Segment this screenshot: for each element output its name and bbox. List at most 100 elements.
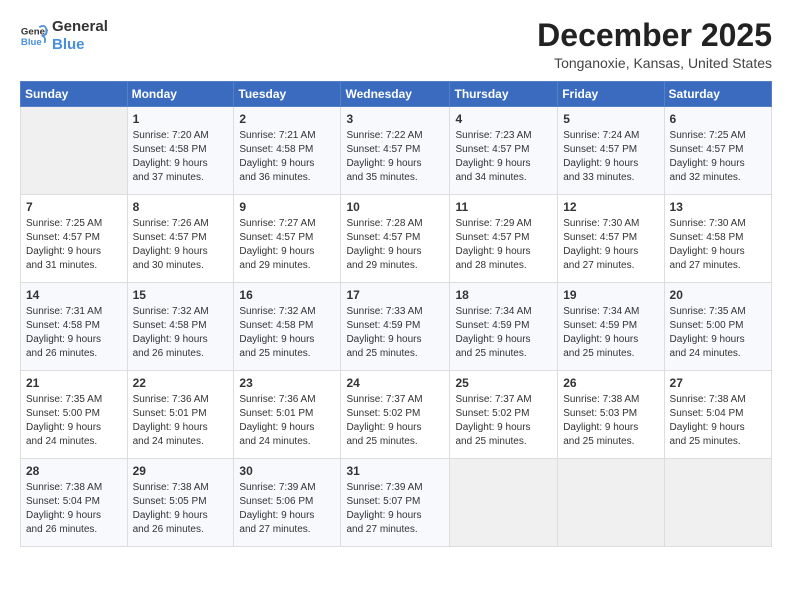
day-info: Sunrise: 7:34 AM Sunset: 4:59 PM Dayligh… <box>455 305 552 361</box>
day-number: 25 <box>455 375 552 391</box>
day-number: 6 <box>670 111 766 127</box>
day-number: 16 <box>239 287 335 303</box>
calendar-week-4: 28Sunrise: 7:38 AM Sunset: 5:04 PM Dayli… <box>21 459 772 547</box>
day-number: 23 <box>239 375 335 391</box>
calendar-cell: 7 Sunrise: 7:25 AM Sunset: 4:57 PM Daylig… <box>21 195 128 283</box>
day-info: Sunrise: 7:35 AM Sunset: 5:00 PM Dayligh… <box>26 393 122 449</box>
calendar-cell: 9 Sunrise: 7:27 AM Sunset: 4:57 PM Daylig… <box>234 195 341 283</box>
logo-blue: Blue <box>52 36 108 54</box>
calendar-week-3: 21 Sunrise: 7:35 AM Sunset: 5:00 PM Dayli… <box>21 371 772 459</box>
calendar-cell: 29 Sunrise: 7:38 AM Sunset: 5:05 PM Dayli… <box>127 459 234 547</box>
logo-general: General <box>52 18 108 36</box>
calendar-cell: 19Sunrise: 7:34 AM Sunset: 4:59 PM Dayli… <box>558 283 664 371</box>
calendar-header-wednesday: Wednesday <box>341 82 450 107</box>
calendar-cell: 25 Sunrise: 7:37 AM Sunset: 5:02 PM Dayli… <box>450 371 558 459</box>
main-title: December 2025 <box>537 18 772 53</box>
logo: General Blue General Blue <box>20 18 108 54</box>
day-info: Sunrise: 7:30 AM Sunset: 4:57 PM Dayligh… <box>563 217 658 273</box>
calendar-cell: 27Sunrise: 7:38 AM Sunset: 5:04 PM Dayli… <box>664 371 771 459</box>
calendar-cell: 2 Sunrise: 7:21 AM Sunset: 4:58 PM Daylig… <box>234 107 341 195</box>
calendar-cell: 4 Sunrise: 7:23 AM Sunset: 4:57 PM Daylig… <box>450 107 558 195</box>
calendar-cell: 5 Sunrise: 7:24 AM Sunset: 4:57 PM Daylig… <box>558 107 664 195</box>
subtitle: Tonganoxie, Kansas, United States <box>537 55 772 71</box>
day-info: Sunrise: 7:27 AM Sunset: 4:57 PM Dayligh… <box>239 217 335 273</box>
calendar-cell <box>558 459 664 547</box>
calendar-cell: 10 Sunrise: 7:28 AM Sunset: 4:57 PM Dayli… <box>341 195 450 283</box>
day-number: 1 <box>133 111 229 127</box>
day-info: Sunrise: 7:32 AM Sunset: 4:58 PM Dayligh… <box>133 305 229 361</box>
day-number: 22 <box>133 375 229 391</box>
calendar-cell: 1Sunrise: 7:20 AM Sunset: 4:58 PM Daylig… <box>127 107 234 195</box>
day-number: 20 <box>670 287 766 303</box>
day-number: 5 <box>563 111 658 127</box>
day-number: 11 <box>455 199 552 215</box>
day-number: 30 <box>239 463 335 479</box>
day-info: Sunrise: 7:33 AM Sunset: 4:59 PM Dayligh… <box>346 305 444 361</box>
calendar-cell: 22 Sunrise: 7:36 AM Sunset: 5:01 PM Dayli… <box>127 371 234 459</box>
calendar-cell <box>664 459 771 547</box>
day-number: 15 <box>133 287 229 303</box>
day-info: Sunrise: 7:24 AM Sunset: 4:57 PM Dayligh… <box>563 129 658 185</box>
calendar-cell: 18Sunrise: 7:34 AM Sunset: 4:59 PM Dayli… <box>450 283 558 371</box>
day-number: 29 <box>133 463 229 479</box>
day-number: 4 <box>455 111 552 127</box>
calendar-cell: 30 Sunrise: 7:39 AM Sunset: 5:06 PM Dayli… <box>234 459 341 547</box>
logo-icon: General Blue <box>20 22 48 50</box>
day-number: 17 <box>346 287 444 303</box>
day-number: 31 <box>346 463 444 479</box>
day-info: Sunrise: 7:28 AM Sunset: 4:57 PM Dayligh… <box>346 217 444 273</box>
day-info: Sunrise: 7:26 AM Sunset: 4:57 PM Dayligh… <box>133 217 229 273</box>
calendar-header-sunday: Sunday <box>21 82 128 107</box>
calendar-header-thursday: Thursday <box>450 82 558 107</box>
day-info: Sunrise: 7:37 AM Sunset: 5:02 PM Dayligh… <box>455 393 552 449</box>
calendar-cell: 11Sunrise: 7:29 AM Sunset: 4:57 PM Dayli… <box>450 195 558 283</box>
day-info: Sunrise: 7:25 AM Sunset: 4:57 PM Dayligh… <box>26 217 122 273</box>
calendar-header-saturday: Saturday <box>664 82 771 107</box>
calendar-week-1: 7 Sunrise: 7:25 AM Sunset: 4:57 PM Daylig… <box>21 195 772 283</box>
day-info: Sunrise: 7:38 AM Sunset: 5:03 PM Dayligh… <box>563 393 658 449</box>
day-number: 21 <box>26 375 122 391</box>
calendar-cell: 16 Sunrise: 7:32 AM Sunset: 4:58 PM Dayli… <box>234 283 341 371</box>
day-number: 7 <box>26 199 122 215</box>
day-info: Sunrise: 7:36 AM Sunset: 5:01 PM Dayligh… <box>133 393 229 449</box>
day-number: 9 <box>239 199 335 215</box>
day-info: Sunrise: 7:36 AM Sunset: 5:01 PM Dayligh… <box>239 393 335 449</box>
calendar-cell: 12 Sunrise: 7:30 AM Sunset: 4:57 PM Dayli… <box>558 195 664 283</box>
day-number: 28 <box>26 463 122 479</box>
day-info: Sunrise: 7:37 AM Sunset: 5:02 PM Dayligh… <box>346 393 444 449</box>
day-info: Sunrise: 7:23 AM Sunset: 4:57 PM Dayligh… <box>455 129 552 185</box>
day-number: 8 <box>133 199 229 215</box>
day-info: Sunrise: 7:22 AM Sunset: 4:57 PM Dayligh… <box>346 129 444 185</box>
svg-text:Blue: Blue <box>21 37 42 48</box>
calendar-cell: 21 Sunrise: 7:35 AM Sunset: 5:00 PM Dayli… <box>21 371 128 459</box>
calendar-cell <box>21 107 128 195</box>
day-number: 2 <box>239 111 335 127</box>
calendar-week-0: 1Sunrise: 7:20 AM Sunset: 4:58 PM Daylig… <box>21 107 772 195</box>
day-info: Sunrise: 7:38 AM Sunset: 5:05 PM Dayligh… <box>133 481 229 537</box>
day-number: 10 <box>346 199 444 215</box>
calendar-cell: 14 Sunrise: 7:31 AM Sunset: 4:58 PM Dayli… <box>21 283 128 371</box>
day-info: Sunrise: 7:31 AM Sunset: 4:58 PM Dayligh… <box>26 305 122 361</box>
calendar-cell: 8 Sunrise: 7:26 AM Sunset: 4:57 PM Daylig… <box>127 195 234 283</box>
day-number: 13 <box>670 199 766 215</box>
title-block: December 2025 Tonganoxie, Kansas, United… <box>537 18 772 71</box>
day-number: 24 <box>346 375 444 391</box>
day-info: Sunrise: 7:39 AM Sunset: 5:07 PM Dayligh… <box>346 481 444 537</box>
calendar-cell: 23 Sunrise: 7:36 AM Sunset: 5:01 PM Dayli… <box>234 371 341 459</box>
calendar-header-monday: Monday <box>127 82 234 107</box>
calendar-header-row: SundayMondayTuesdayWednesdayThursdayFrid… <box>21 82 772 107</box>
day-info: Sunrise: 7:35 AM Sunset: 5:00 PM Dayligh… <box>670 305 766 361</box>
day-info: Sunrise: 7:21 AM Sunset: 4:58 PM Dayligh… <box>239 129 335 185</box>
day-info: Sunrise: 7:34 AM Sunset: 4:59 PM Dayligh… <box>563 305 658 361</box>
calendar-cell: 15 Sunrise: 7:32 AM Sunset: 4:58 PM Dayli… <box>127 283 234 371</box>
day-info: Sunrise: 7:39 AM Sunset: 5:06 PM Dayligh… <box>239 481 335 537</box>
header: General Blue General Blue December 2025 … <box>20 18 772 71</box>
calendar-cell: 6Sunrise: 7:25 AM Sunset: 4:57 PM Daylig… <box>664 107 771 195</box>
day-info: Sunrise: 7:32 AM Sunset: 4:58 PM Dayligh… <box>239 305 335 361</box>
calendar-cell <box>450 459 558 547</box>
calendar-header-tuesday: Tuesday <box>234 82 341 107</box>
day-number: 3 <box>346 111 444 127</box>
day-number: 12 <box>563 199 658 215</box>
calendar-cell: 28Sunrise: 7:38 AM Sunset: 5:04 PM Dayli… <box>21 459 128 547</box>
day-number: 14 <box>26 287 122 303</box>
